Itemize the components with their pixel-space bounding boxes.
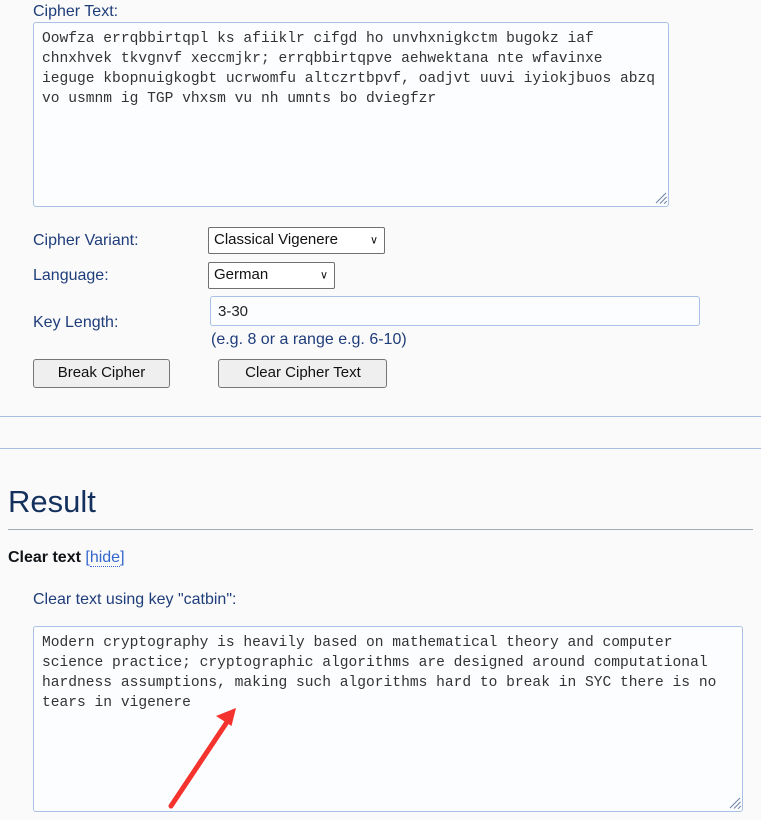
cipher-variant-row: Cipher Variant: Classical Vigenere ∨: [33, 227, 385, 254]
cipher-variant-label: Cipher Variant:: [33, 231, 139, 249]
result-heading-underline: [8, 529, 753, 530]
key-length-row: Key Length:: [33, 313, 208, 333]
break-cipher-button[interactable]: Break Cipher: [33, 359, 170, 388]
key-length-input[interactable]: [210, 296, 700, 326]
language-label: Language:: [33, 266, 109, 284]
clear-text-output[interactable]: [33, 626, 743, 812]
cipher-text-input[interactable]: [33, 22, 669, 207]
section-divider-top: [0, 416, 761, 417]
result-heading: Result: [8, 484, 96, 519]
key-length-label: Key Length:: [33, 314, 119, 331]
language-select-wrap: German ∨: [208, 262, 335, 289]
key-length-hint: (e.g. 8 or a range e.g. 6-10): [211, 331, 407, 348]
cipher-text-label: Cipher Text:: [33, 3, 119, 20]
form-button-row: Break Cipher Clear Cipher Text: [33, 359, 388, 388]
clear-text-label: Clear text: [8, 549, 81, 566]
clear-text-key-line: Clear text using key "catbin":: [33, 591, 237, 608]
section-divider-bottom: [0, 448, 761, 449]
language-select[interactable]: German: [208, 262, 335, 289]
cipher-variant-select[interactable]: Classical Vigenere: [208, 227, 385, 254]
bracket-close: ]: [120, 549, 125, 566]
hide-link[interactable]: hide: [89, 549, 121, 567]
clear-cipher-text-button[interactable]: Clear Cipher Text: [218, 359, 388, 388]
cipher-variant-select-wrap: Classical Vigenere ∨: [208, 227, 385, 254]
language-row: Language: German ∨: [33, 262, 335, 289]
clear-text-header: Clear text [hide]: [8, 547, 125, 569]
